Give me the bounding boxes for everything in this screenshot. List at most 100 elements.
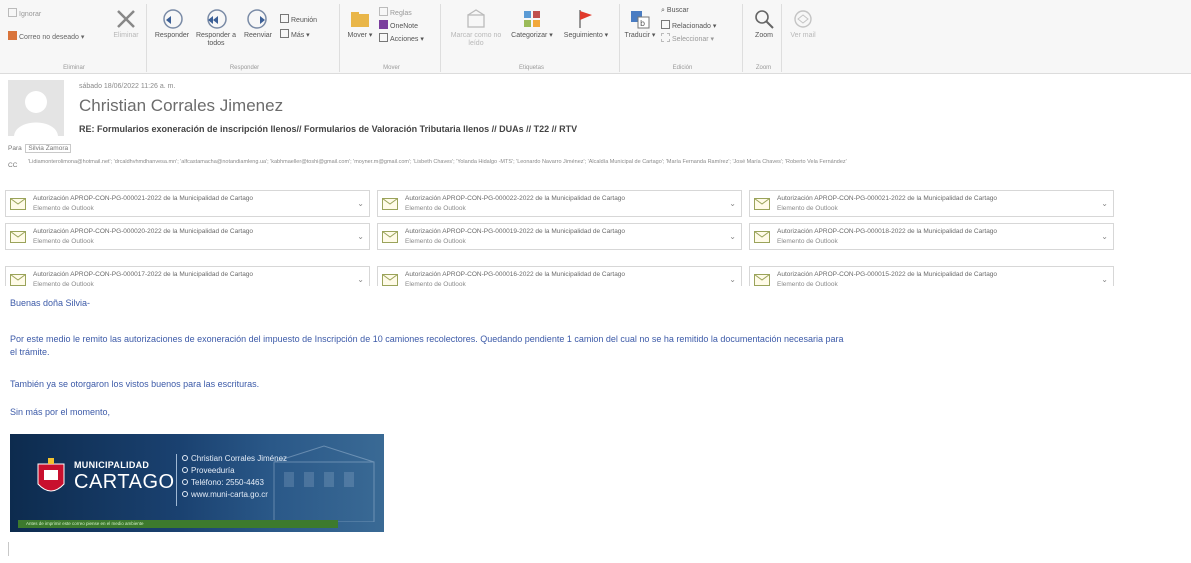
to-label: Para (8, 145, 22, 152)
group-label-delete: Eliminar (63, 65, 85, 71)
cc-label: CC (8, 162, 18, 169)
ribbon-group-zoom: Zoom Zoom (746, 4, 782, 72)
attachment-item[interactable]: Autorización APROP-CON-PG-000020-2022 de… (5, 223, 370, 250)
categorize-icon (524, 11, 540, 27)
categorize-button[interactable]: Categorizar ▾ (508, 8, 556, 40)
signature-web[interactable]: www.muni-carta.go.cr (191, 490, 268, 499)
group-label-move: Mover (383, 65, 400, 71)
svg-text:b: b (640, 19, 645, 28)
attachment-type: Elemento de Outlook (33, 281, 94, 286)
chevron-down-icon[interactable]: ⌄ (1101, 199, 1108, 208)
reply-all-button[interactable]: Responder a todos (194, 8, 238, 48)
attachment-name: Autorización APROP-CON-PG-000016-2022 de… (405, 271, 626, 278)
attachment-item[interactable]: Autorización APROP-CON-PG-000022-2022 de… (377, 190, 742, 217)
attachment-type: Elemento de Outlook (33, 205, 94, 212)
reply-button[interactable]: Responder (152, 8, 192, 40)
signature-dept: Proveeduría (191, 466, 235, 475)
group-label-tags: Etiquetas (518, 65, 545, 71)
ribbon-group-move: Mover ▾ Reglas OneNote Acciones ▾ Mover (343, 4, 441, 72)
attachment-name: Autorización APROP-CON-PG-000021-2022 de… (33, 195, 254, 202)
rules-button[interactable]: Reglas (379, 7, 412, 17)
junk-button[interactable]: Correo no deseado ▾ (8, 31, 84, 41)
translate-button[interactable]: b Traducir ▾ (623, 8, 657, 40)
attachment-name: Autorización APROP-CON-PG-000020-2022 de… (33, 228, 254, 235)
view-mail-icon (794, 10, 812, 28)
folder-icon (351, 12, 369, 27)
ribbon-group-edit: b Traducir ▾ ⌕ Buscar Relacionado ▾ Selec… (623, 4, 743, 72)
message-date: sábado 18/06/2022 11:26 a. m. (79, 83, 176, 90)
view-mail-button[interactable]: Ver mail (787, 8, 819, 40)
select-button[interactable]: Seleccionar ▾ (661, 33, 714, 43)
signature-web-row[interactable]: www.muni-carta.go.cr (182, 490, 268, 499)
chevron-down-icon[interactable]: ⌄ (729, 275, 736, 284)
attachment-item[interactable]: Autorización APROP-CON-PG-000018-2022 de… (749, 223, 1114, 250)
cc-recipients[interactable]: 'Lidiamonterolimona@hotmail.net'; 'drcal… (28, 158, 1186, 166)
email-signature-banner: MUNICIPALIDAD CARTAGO Christian Corrales… (10, 434, 384, 532)
body-paragraph-1-line-1: Por este medio le remito las autorizacio… (10, 334, 844, 344)
attachment-type: Elemento de Outlook (777, 238, 838, 245)
greeting: Buenas doña Silvia- (10, 298, 91, 308)
related-button[interactable]: Relacionado ▾ (661, 20, 716, 30)
signature-phone: Teléfono: 2550-4463 (191, 478, 264, 487)
coat-of-arms-icon (37, 458, 65, 492)
to-recipient[interactable]: Silvia Zamora (25, 144, 72, 153)
ignore-button[interactable]: Ignorar (8, 8, 41, 18)
forward-button[interactable]: Reenviar (240, 8, 276, 40)
chevron-down-icon[interactable]: ⌄ (729, 232, 736, 241)
attachment-item[interactable]: Autorización APROP-CON-PG-000019-2022 de… (377, 223, 742, 250)
chevron-down-icon[interactable]: ⌄ (357, 275, 364, 284)
more-icon (280, 29, 289, 38)
person-icon (182, 455, 188, 461)
search-icon: ⌕ (661, 7, 665, 14)
attachment-item[interactable]: Autorización APROP-CON-PG-000017-2022 de… (5, 266, 370, 286)
reply-all-icon (207, 9, 227, 29)
attachment-name: Autorización APROP-CON-PG-000017-2022 de… (33, 271, 254, 278)
attachment-item[interactable]: Autorización APROP-CON-PG-000016-2022 de… (377, 266, 742, 286)
chevron-down-icon[interactable]: ⌄ (357, 232, 364, 241)
text-cursor (8, 542, 9, 556)
sender-avatar (8, 80, 64, 136)
envelope-icon (382, 274, 398, 286)
translate-icon: b (631, 11, 650, 29)
signature-footer: Antes de imprimir este correo piense en … (18, 520, 338, 528)
sender-name[interactable]: Christian Corrales Jimenez (79, 96, 283, 116)
attachment-type: Elemento de Outlook (33, 238, 94, 245)
ribbon-group-view: Ver mail (785, 4, 821, 72)
move-button[interactable]: Mover ▾ (345, 8, 375, 40)
meeting-icon (280, 14, 289, 23)
chevron-down-icon[interactable]: ⌄ (729, 199, 736, 208)
chevron-down-icon[interactable]: ⌄ (357, 199, 364, 208)
actions-button[interactable]: Acciones ▾ (379, 33, 424, 43)
envelope-icon (10, 198, 26, 210)
attachment-name: Autorización APROP-CON-PG-000015-2022 de… (777, 271, 998, 278)
globe-icon (182, 491, 188, 497)
attachment-type: Elemento de Outlook (405, 205, 466, 212)
signature-phone-row: Teléfono: 2550-4463 (182, 478, 264, 487)
followup-button[interactable]: Seguimiento ▾ (560, 8, 612, 40)
more-respond-button[interactable]: Más ▾ (280, 29, 310, 39)
group-label-respond: Responder (229, 65, 260, 71)
mark-unread-button[interactable]: Marcar como no leído (448, 8, 504, 48)
city-label: CARTAGO (74, 471, 175, 493)
onenote-button[interactable]: OneNote (379, 20, 418, 30)
attachment-name: Autorización APROP-CON-PG-000021-2022 de… (777, 195, 998, 202)
group-label-zoom: Zoom (755, 65, 772, 71)
municipality-label: MUNICIPALIDAD (74, 460, 150, 470)
envelope-icon (754, 231, 770, 243)
chevron-down-icon[interactable]: ⌄ (1101, 275, 1108, 284)
meeting-button[interactable]: Reunión (280, 14, 317, 24)
delete-button[interactable]: Eliminar (108, 8, 144, 40)
ribbon-group-respond: Responder Responder a todos Reenviar Reu… (150, 4, 340, 72)
ribbon-group-delete: Ignorar Correo no deseado ▾ Eliminar Eli… (2, 4, 147, 72)
envelope-icon (382, 198, 398, 210)
zoom-button[interactable]: Zoom (748, 8, 780, 40)
envelope-open-icon (467, 9, 485, 28)
actions-icon (379, 33, 388, 42)
ignore-icon (8, 8, 17, 17)
attachment-item[interactable]: Autorización APROP-CON-PG-000021-2022 de… (5, 190, 370, 217)
attachment-item[interactable]: Autorización APROP-CON-PG-000021-2022 de… (749, 190, 1114, 217)
chevron-down-icon[interactable]: ⌄ (1101, 232, 1108, 241)
attachment-item[interactable]: Autorización APROP-CON-PG-000015-2022 de… (749, 266, 1114, 286)
find-button[interactable]: ⌕ Buscar (661, 7, 689, 15)
attachment-type: Elemento de Outlook (405, 281, 466, 286)
